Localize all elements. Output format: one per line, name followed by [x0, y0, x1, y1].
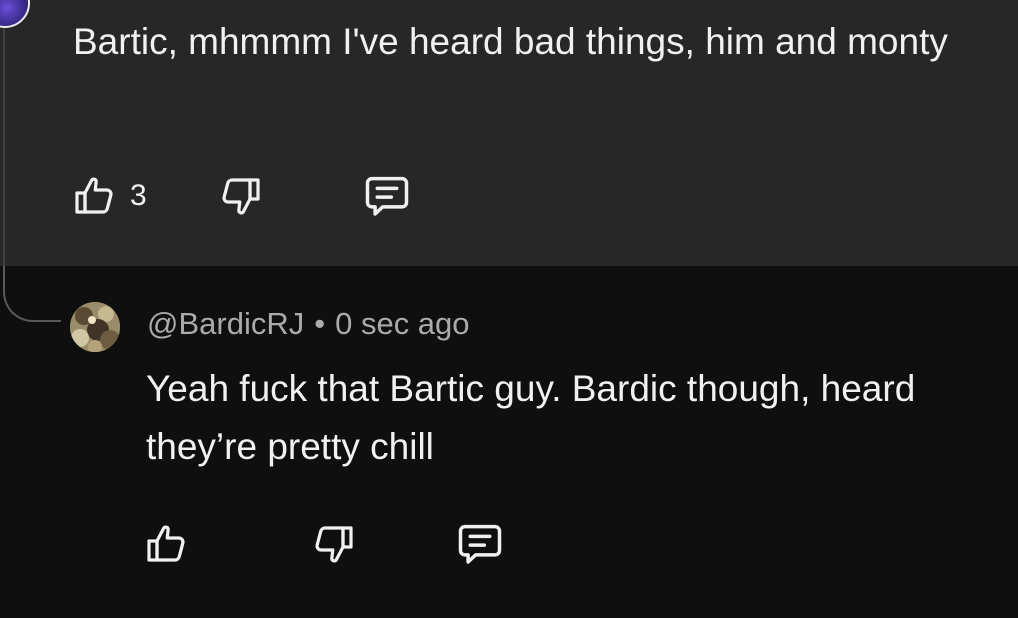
thumbs-up-icon: [142, 520, 190, 568]
reply-handle[interactable]: @BardicRJ: [147, 306, 304, 341]
reply-comment-actions: [142, 518, 506, 570]
reply-button[interactable]: [361, 170, 413, 222]
like-button[interactable]: [142, 520, 190, 568]
comment-icon: [361, 170, 413, 222]
thread-line: [3, 0, 5, 266]
reply-timestamp: 0 sec ago: [335, 306, 470, 341]
meta-separator: •: [314, 306, 326, 341]
comment-thread: Bartic, mhmmm I've heard bad things, him…: [0, 0, 1018, 618]
reply-meta: @BardicRJ • 0 sec ago: [147, 306, 470, 342]
dislike-button[interactable]: [217, 172, 265, 220]
thumbs-down-icon: [217, 172, 265, 220]
reply-button[interactable]: [454, 518, 506, 570]
reply-avatar[interactable]: [70, 302, 120, 352]
parent-comment: Bartic, mhmmm I've heard bad things, him…: [0, 0, 1018, 266]
reply-comment-text: Yeah fuck that Bartic guy. Bardic though…: [146, 368, 916, 467]
parent-comment-text: Bartic, mhmmm I've heard bad things, him…: [73, 21, 948, 62]
thread-connector: [3, 266, 61, 322]
parent-comment-actions: 3: [70, 170, 413, 222]
dislike-button[interactable]: [310, 520, 358, 568]
like-count: 3: [130, 179, 147, 212]
like-button[interactable]: 3: [70, 172, 147, 220]
comment-icon: [454, 518, 506, 570]
parent-avatar[interactable]: [0, 0, 30, 28]
thumbs-down-icon: [310, 520, 358, 568]
thumbs-up-icon: [70, 172, 118, 220]
